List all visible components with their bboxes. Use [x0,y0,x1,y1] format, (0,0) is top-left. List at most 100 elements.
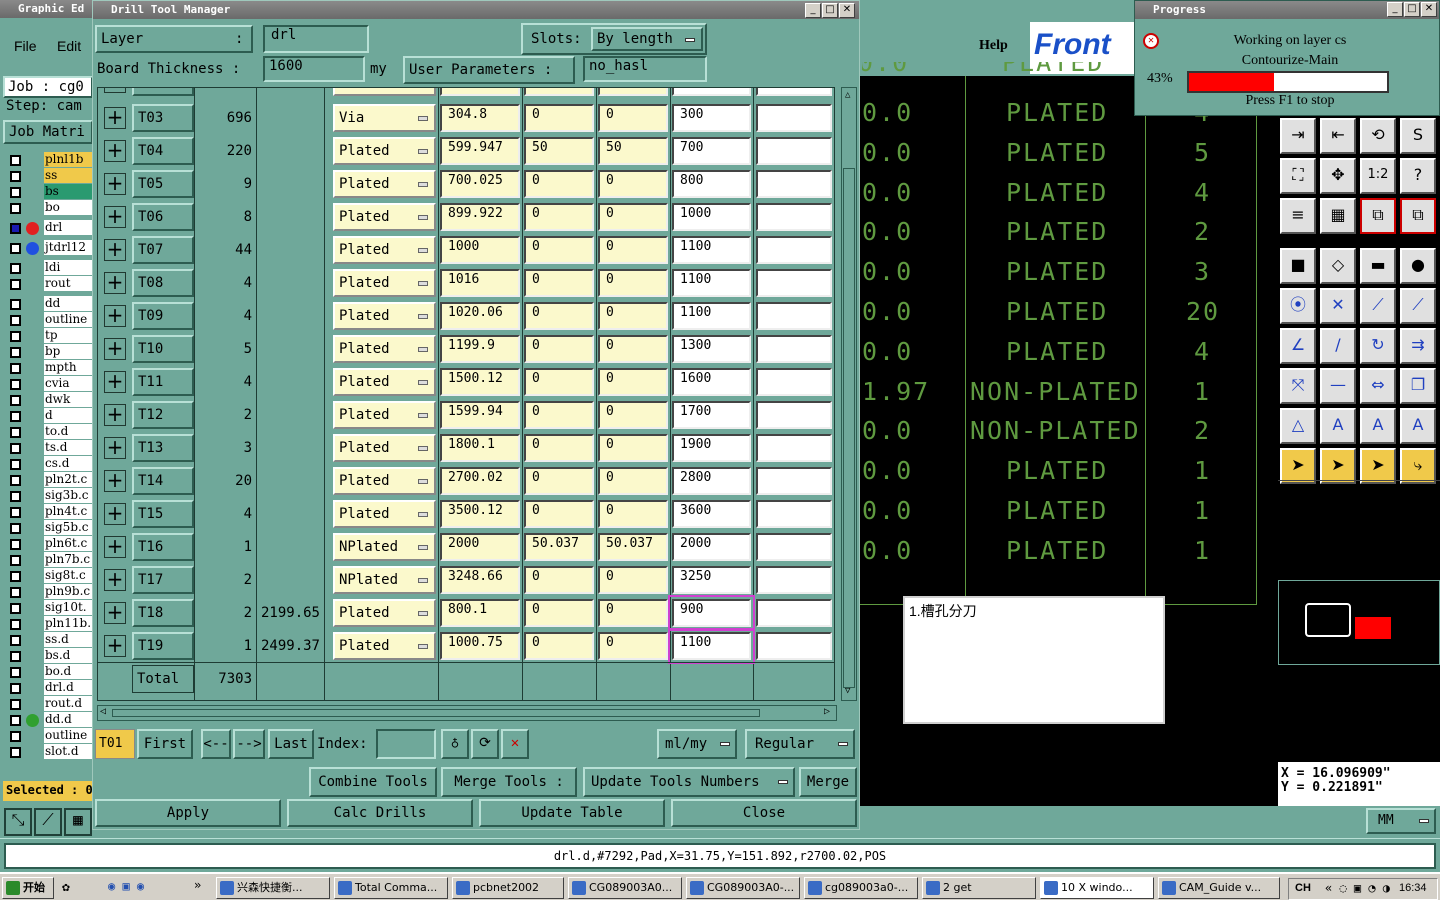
layer-checkbox[interactable] [10,411,21,422]
refresh-icon[interactable]: ⟳ [471,729,499,759]
expand-row-icon[interactable]: + [104,602,126,624]
minus-icon[interactable]: — [1320,368,1356,404]
layer-name[interactable]: pln6t.c [44,536,92,551]
tool-type-select[interactable]: Plated [333,170,436,198]
grid-icon[interactable]: ▦ [1320,198,1356,234]
scroll-down-icon[interactable]: ▽ [845,686,850,696]
layer-name[interactable]: sig8t.c [44,568,92,583]
tolerance-minus-input[interactable]: 0 [598,467,668,495]
stop-icon[interactable]: ✕ [1143,33,1159,49]
layer-name[interactable]: tp [44,328,92,343]
tolerance-minus-input[interactable]: 0 [598,566,668,594]
extra-parameter-input[interactable] [756,203,832,231]
job-matrix-button[interactable]: Job Matri [3,120,92,144]
dialog-minimize-icon[interactable]: _ [805,3,821,18]
tool-type-select[interactable]: NPlated [333,533,436,561]
units-select[interactable]: ml/my [657,729,737,759]
tool-button[interactable]: T04 [132,137,194,165]
layer-name[interactable]: bo.d [44,664,92,679]
extra-parameter-input[interactable] [756,170,832,198]
taskbar-item[interactable]: 10 X windo... [1040,877,1154,899]
tolerance-minus-input[interactable]: 0 [598,88,668,96]
tolerance-minus-input[interactable]: 0 [598,203,668,231]
expand-row-icon[interactable]: + [104,107,126,129]
drill-size-input[interactable]: 1000 [440,236,520,264]
merge-button[interactable]: Merge [799,767,857,797]
layer-checkbox[interactable] [10,683,21,694]
user-parameters-button[interactable]: User Parameters : [403,56,575,84]
calc-drills-button[interactable]: Calc Drills [287,799,473,827]
layer-row[interactable]: bs.d [4,648,92,664]
layer-row[interactable]: dd.d [4,712,92,728]
move-icon[interactable]: ⤧ [1280,368,1316,404]
layer-checkbox[interactable] [10,263,21,274]
tolerance-plus-input[interactable]: 0 [524,434,594,462]
quicklaunch-browsers-icon[interactable]: ◉ ▣ ◉ [108,879,168,897]
tolerance-plus-input[interactable]: 0 [524,269,594,297]
drill-size-input[interactable]: 1020.06 [440,302,520,330]
finish-size-input[interactable]: 800 [672,170,751,198]
extra-parameter-input[interactable] [756,500,832,528]
tool-type-select[interactable]: NPlated [333,566,436,594]
drill-size-input[interactable]: 3500.12 [440,500,520,528]
cross-icon[interactable]: ✕ [1320,288,1356,324]
index-input[interactable] [376,729,436,759]
taskbar-item[interactable]: 2 get [922,877,1036,899]
tool-button[interactable]: T11 [132,368,194,396]
extra-parameter-input[interactable] [756,335,832,363]
expand-row-icon[interactable]: + [104,470,126,492]
finish-size-input[interactable]: 3600 [672,500,751,528]
tolerance-minus-input[interactable]: 0 [598,269,668,297]
layer-row[interactable]: plnl1b [4,152,92,168]
tool-type-select[interactable]: Plated [333,368,436,396]
tolerance-plus-input[interactable]: 0 [524,467,594,495]
finish-size-input[interactable]: 1100 [672,269,751,297]
help-icon[interactable]: ? [1400,158,1436,194]
layer-row[interactable]: rout.d [4,696,92,712]
layer-checkbox[interactable] [10,555,21,566]
slash-icon[interactable]: / [1320,328,1356,364]
layer-checkbox[interactable] [10,459,21,470]
center-icon[interactable]: ✥ [1320,158,1356,194]
tool-type-select[interactable]: Plated [333,467,436,495]
layer-checkbox[interactable] [10,187,21,198]
tolerance-minus-input[interactable]: 0 [598,401,668,429]
maximize-icon[interactable]: □ [1404,2,1420,17]
layers-icon[interactable]: ≡ [1280,198,1316,234]
tool-button[interactable]: T12 [132,401,194,429]
pointer2-icon[interactable]: ➤ [1320,448,1356,484]
extra-parameter-input[interactable] [756,88,832,96]
layer-name[interactable]: cs.d [44,456,92,471]
finish-size-input[interactable]: 1100 [668,628,755,664]
layer-row[interactable]: to.d [4,424,92,440]
tool-type-select[interactable]: Plated [333,137,436,165]
selection-icon[interactable]: ⧉ [1400,198,1436,234]
layer-name[interactable]: plnl1b [44,152,92,167]
last-button[interactable]: Last [268,729,314,759]
layer-row[interactable]: mpth [4,360,92,376]
layer-row[interactable]: drl.d [4,680,92,696]
bulb-icon[interactable]: ♁ [441,729,469,759]
angle-icon[interactable]: ∠ [1280,328,1316,364]
layer-checkbox[interactable] [10,587,21,598]
layer-checkbox[interactable] [10,475,21,486]
layer-checkbox[interactable] [10,667,21,678]
quicklaunch-icon[interactable]: ✿ [62,880,88,896]
scale-1-2-icon[interactable]: 1:2 [1360,158,1396,194]
drill-size-input[interactable]: 304.8 [440,104,520,132]
measure-tool-icon[interactable]: ⟋ [34,808,62,836]
layer-row[interactable]: bs [4,184,92,200]
help-menu[interactable]: Help [979,38,1008,54]
finish-size-input[interactable]: 1100 [672,236,751,264]
slots-select[interactable]: By length [591,27,703,51]
layer-name[interactable]: pln4t.c [44,504,92,519]
tool-button[interactable]: T03 [132,104,194,132]
tolerance-minus-input[interactable]: 0 [598,104,668,132]
layer-name[interactable]: pln2t.c [44,472,92,487]
quicklaunch-more-icon[interactable]: » [194,878,201,892]
layer-name[interactable]: pln9b.c [44,584,92,599]
layer-checkbox[interactable] [10,619,21,630]
tool-type-select[interactable]: Via [333,104,436,132]
mirror-icon[interactable]: ⟲ [1360,118,1396,154]
extra-parameter-input[interactable] [756,302,832,330]
